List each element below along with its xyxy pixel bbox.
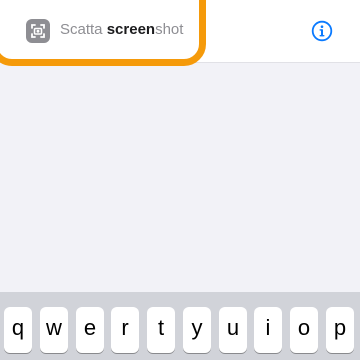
suggestion-text-match: screen xyxy=(106,21,156,38)
search-results-area: Scatta screenshot xyxy=(0,0,360,292)
key-r[interactable]: r xyxy=(111,307,139,353)
key-o[interactable]: o xyxy=(290,307,318,353)
info-circle-icon[interactable] xyxy=(311,20,333,42)
screenshot-shortcut-icon xyxy=(26,19,50,43)
key-e[interactable]: e xyxy=(76,307,104,353)
key-q[interactable]: q xyxy=(4,307,32,353)
key-p[interactable]: p xyxy=(326,307,354,353)
suggestion-label: Scatta screenshot xyxy=(60,20,183,40)
key-u[interactable]: u xyxy=(219,307,247,353)
key-i[interactable]: i xyxy=(254,307,282,353)
keyboard: q w e r t y u i o p xyxy=(0,292,360,360)
key-y[interactable]: y xyxy=(183,307,211,353)
suggestion-text-suffix: shot xyxy=(155,21,184,38)
key-t[interactable]: t xyxy=(147,307,175,353)
suggestion-text-prefix: Scatta xyxy=(60,21,107,38)
key-w[interactable]: w xyxy=(40,307,68,353)
suggestion-row-screenshot[interactable]: Scatta screenshot xyxy=(0,0,360,63)
